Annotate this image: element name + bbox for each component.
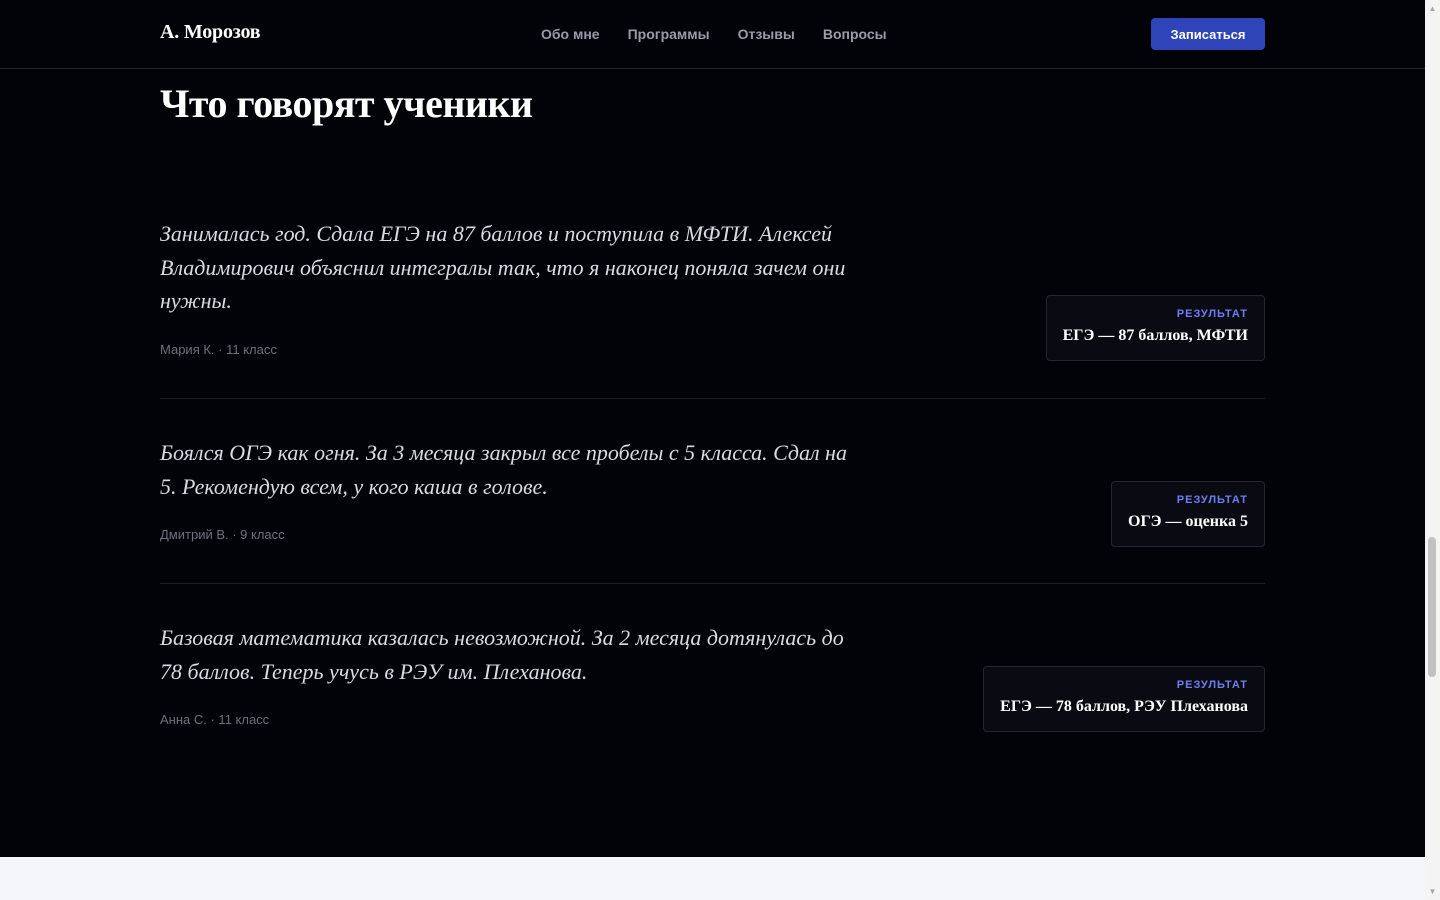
next-section-strip bbox=[0, 857, 1425, 900]
review-quote: Базовая математика казалась невозможной.… bbox=[160, 625, 844, 684]
scrollbar-thumb[interactable] bbox=[1428, 537, 1436, 677]
review-item: Занималась год. Сдала ЕГЭ на 87 баллов и… bbox=[160, 217, 1265, 399]
main-nav: Обо мне Программы Отзывы Вопросы bbox=[541, 26, 887, 42]
signup-button[interactable]: Записаться bbox=[1151, 18, 1265, 50]
result-badge-label: РЕЗУЛЬТАТ bbox=[1176, 494, 1248, 506]
result-badge-value: ОГЭ — оценка 5 bbox=[1128, 513, 1248, 530]
result-badge-value: ЕГЭ — 87 баллов, МФТИ bbox=[1062, 327, 1248, 344]
page-scrollbar[interactable]: ▲ ▼ bbox=[1425, 0, 1440, 900]
nav-link-about[interactable]: Обо мне bbox=[541, 26, 600, 42]
nav-link-faq[interactable]: Вопросы bbox=[823, 26, 887, 42]
nav-link-programs[interactable]: Программы bbox=[628, 26, 710, 42]
site-header: А. Морозов Обо мне Программы Отзывы Вопр… bbox=[0, 0, 1425, 69]
review-quote: Занималась год. Сдала ЕГЭ на 87 баллов и… bbox=[160, 221, 846, 313]
section-title: Что говорят ученики bbox=[160, 81, 533, 126]
result-badge: РЕЗУЛЬТАТ ЕГЭ — 87 баллов, МФТИ bbox=[1045, 295, 1265, 361]
result-badge: РЕЗУЛЬТАТ ОГЭ — оценка 5 bbox=[1111, 481, 1265, 547]
result-badge-label: РЕЗУЛЬТАТ bbox=[1176, 308, 1248, 320]
review-item: Боялся ОГЭ как огня. За 3 месяца закрыл … bbox=[160, 436, 1265, 584]
chevron-down-icon[interactable]: ▼ bbox=[1425, 883, 1440, 900]
result-badge-label: РЕЗУЛЬТАТ bbox=[1176, 679, 1248, 691]
review-quote: Боялся ОГЭ как огня. За 3 месяца закрыл … bbox=[160, 440, 847, 499]
review-item: Базовая математика казалась невозможной.… bbox=[160, 621, 1265, 768]
logo[interactable]: А. Морозов bbox=[160, 21, 261, 44]
nav-link-reviews[interactable]: Отзывы bbox=[738, 26, 795, 42]
result-badge: РЕЗУЛЬТАТ ЕГЭ — 78 баллов, РЭУ Плеханова bbox=[983, 666, 1265, 732]
page: А. Морозов Обо мне Программы Отзывы Вопр… bbox=[0, 0, 1425, 900]
result-badge-value: ЕГЭ — 78 баллов, РЭУ Плеханова bbox=[1000, 698, 1248, 715]
chevron-up-icon[interactable]: ▲ bbox=[1425, 0, 1440, 17]
review-author: Дмитрий В. · 9 класс bbox=[160, 527, 285, 542]
